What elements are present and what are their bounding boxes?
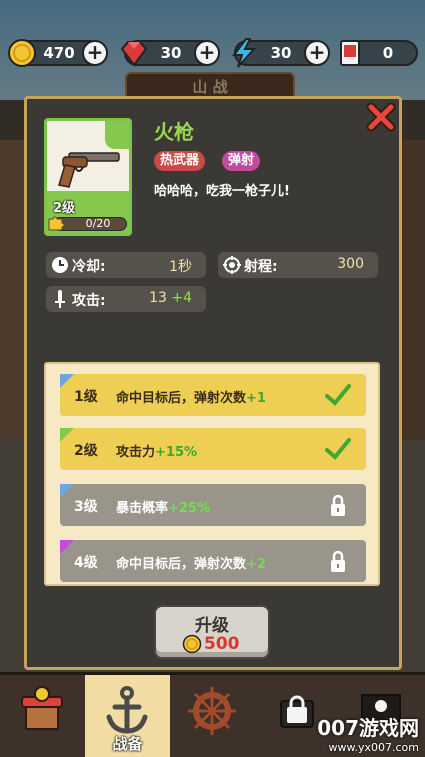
nav-equipment-label: 战备	[112, 735, 143, 753]
musket-icon	[58, 152, 120, 188]
stat-cooldown-label: 冷却:	[72, 259, 106, 275]
add-gem-button[interactable]: +	[194, 40, 220, 66]
red-gem-icon	[120, 41, 148, 67]
puzzle-piece-icon	[48, 216, 65, 231]
level-perk-text: 攻击力+15%	[116, 445, 198, 460]
stat-attack-value: 13 +4	[149, 290, 192, 306]
gold-amount: 470	[43, 44, 75, 62]
watermark-title: 007游戏网	[317, 716, 419, 740]
padlock-icon	[331, 494, 345, 516]
energy-counter: 30 +	[232, 38, 330, 68]
checkmark-icon	[325, 438, 351, 460]
level-perk-text: 暴击概率+25%	[116, 501, 211, 516]
stat-attack-label: 攻击:	[72, 293, 106, 309]
level-perk-corner	[60, 540, 74, 554]
gold-counter: 470 +	[8, 39, 108, 67]
level-perk-row: 4级 命中目标后，弹射次数+2	[60, 540, 366, 582]
level-perk-level: 2级	[74, 443, 98, 459]
red-envelope-icon	[340, 40, 360, 66]
watermark: 007游戏网 www.yx007.com	[300, 712, 425, 757]
stat-cooldown: 冷却: 1秒	[46, 252, 206, 278]
clock-icon	[52, 257, 68, 273]
level-perk-corner	[60, 428, 74, 442]
gold-coin-icon	[182, 634, 202, 654]
weapon-card: 2级 0/20	[44, 118, 132, 236]
shop-stall-icon	[21, 686, 63, 730]
gem-counter: 30 +	[120, 40, 220, 67]
stat-attack-base: 13	[149, 290, 167, 306]
weapon-description: 哈哈哈，吃我一枪子儿!	[154, 184, 290, 199]
stat-cooldown-value: 1秒	[169, 259, 192, 275]
level-perk-level: 1级	[74, 389, 98, 405]
stat-range-label: 射程:	[244, 259, 278, 275]
energy-amount: 30	[270, 44, 292, 62]
watermark-url: www.yx007.com	[328, 741, 419, 754]
upgrade-button[interactable]: 升级 500	[154, 605, 270, 659]
envelope-amount: 0	[382, 44, 394, 62]
add-gold-button[interactable]: +	[82, 40, 108, 66]
upgrade-cost: 500	[204, 634, 240, 654]
gem-amount: 30	[160, 44, 182, 62]
tag-hot-weapon: 热武器	[154, 151, 206, 171]
level-perk-level: 4级	[74, 555, 98, 571]
level-perk-row: 1级 命中目标后，弹射次数+1	[60, 374, 366, 416]
checkmark-icon	[325, 384, 351, 406]
level-perk-row: 2级 攻击力+15%	[60, 428, 366, 470]
padlock-icon	[331, 550, 345, 572]
stat-attack: 攻击: 13 +4	[46, 286, 206, 312]
level-perk-level: 3级	[74, 499, 98, 515]
gold-coin-icon	[8, 39, 36, 67]
anchor-icon	[106, 686, 148, 734]
weapon-name: 火枪	[154, 120, 194, 144]
level-perk-text: 命中目标后，弹射次数+1	[116, 391, 266, 406]
level-perk-corner	[60, 374, 74, 388]
envelope-counter: 0	[340, 40, 418, 66]
stat-range-value: 300	[337, 256, 364, 272]
stat-attack-bonus: +4	[171, 290, 192, 306]
level-perk-corner	[60, 484, 74, 498]
level-perk-row: 3级 暴击概率+25%	[60, 484, 366, 526]
crosshair-icon	[223, 256, 241, 274]
add-energy-button[interactable]: +	[304, 40, 330, 66]
level-perk-text: 命中目标后，弹射次数+2	[116, 557, 266, 572]
close-icon[interactable]	[365, 101, 397, 133]
ship-wheel-icon	[188, 687, 236, 735]
upgrade-label: 升级	[195, 616, 229, 636]
energy-bolt-icon	[232, 38, 257, 68]
level-perks-panel[interactable]: 1级 命中目标后，弹射次数+1 2级 攻击力+15% 3级 暴击概率+25% 4…	[44, 362, 380, 586]
sword-icon	[55, 290, 65, 308]
nav-shop[interactable]	[0, 675, 85, 757]
shard-progress-text: 0/20	[85, 217, 111, 230]
tag-bounce: 弹射	[222, 151, 261, 171]
stat-range: 射程: 300	[218, 252, 378, 278]
nav-equipment[interactable]: 战备	[85, 675, 170, 757]
nav-ship[interactable]	[170, 675, 255, 757]
